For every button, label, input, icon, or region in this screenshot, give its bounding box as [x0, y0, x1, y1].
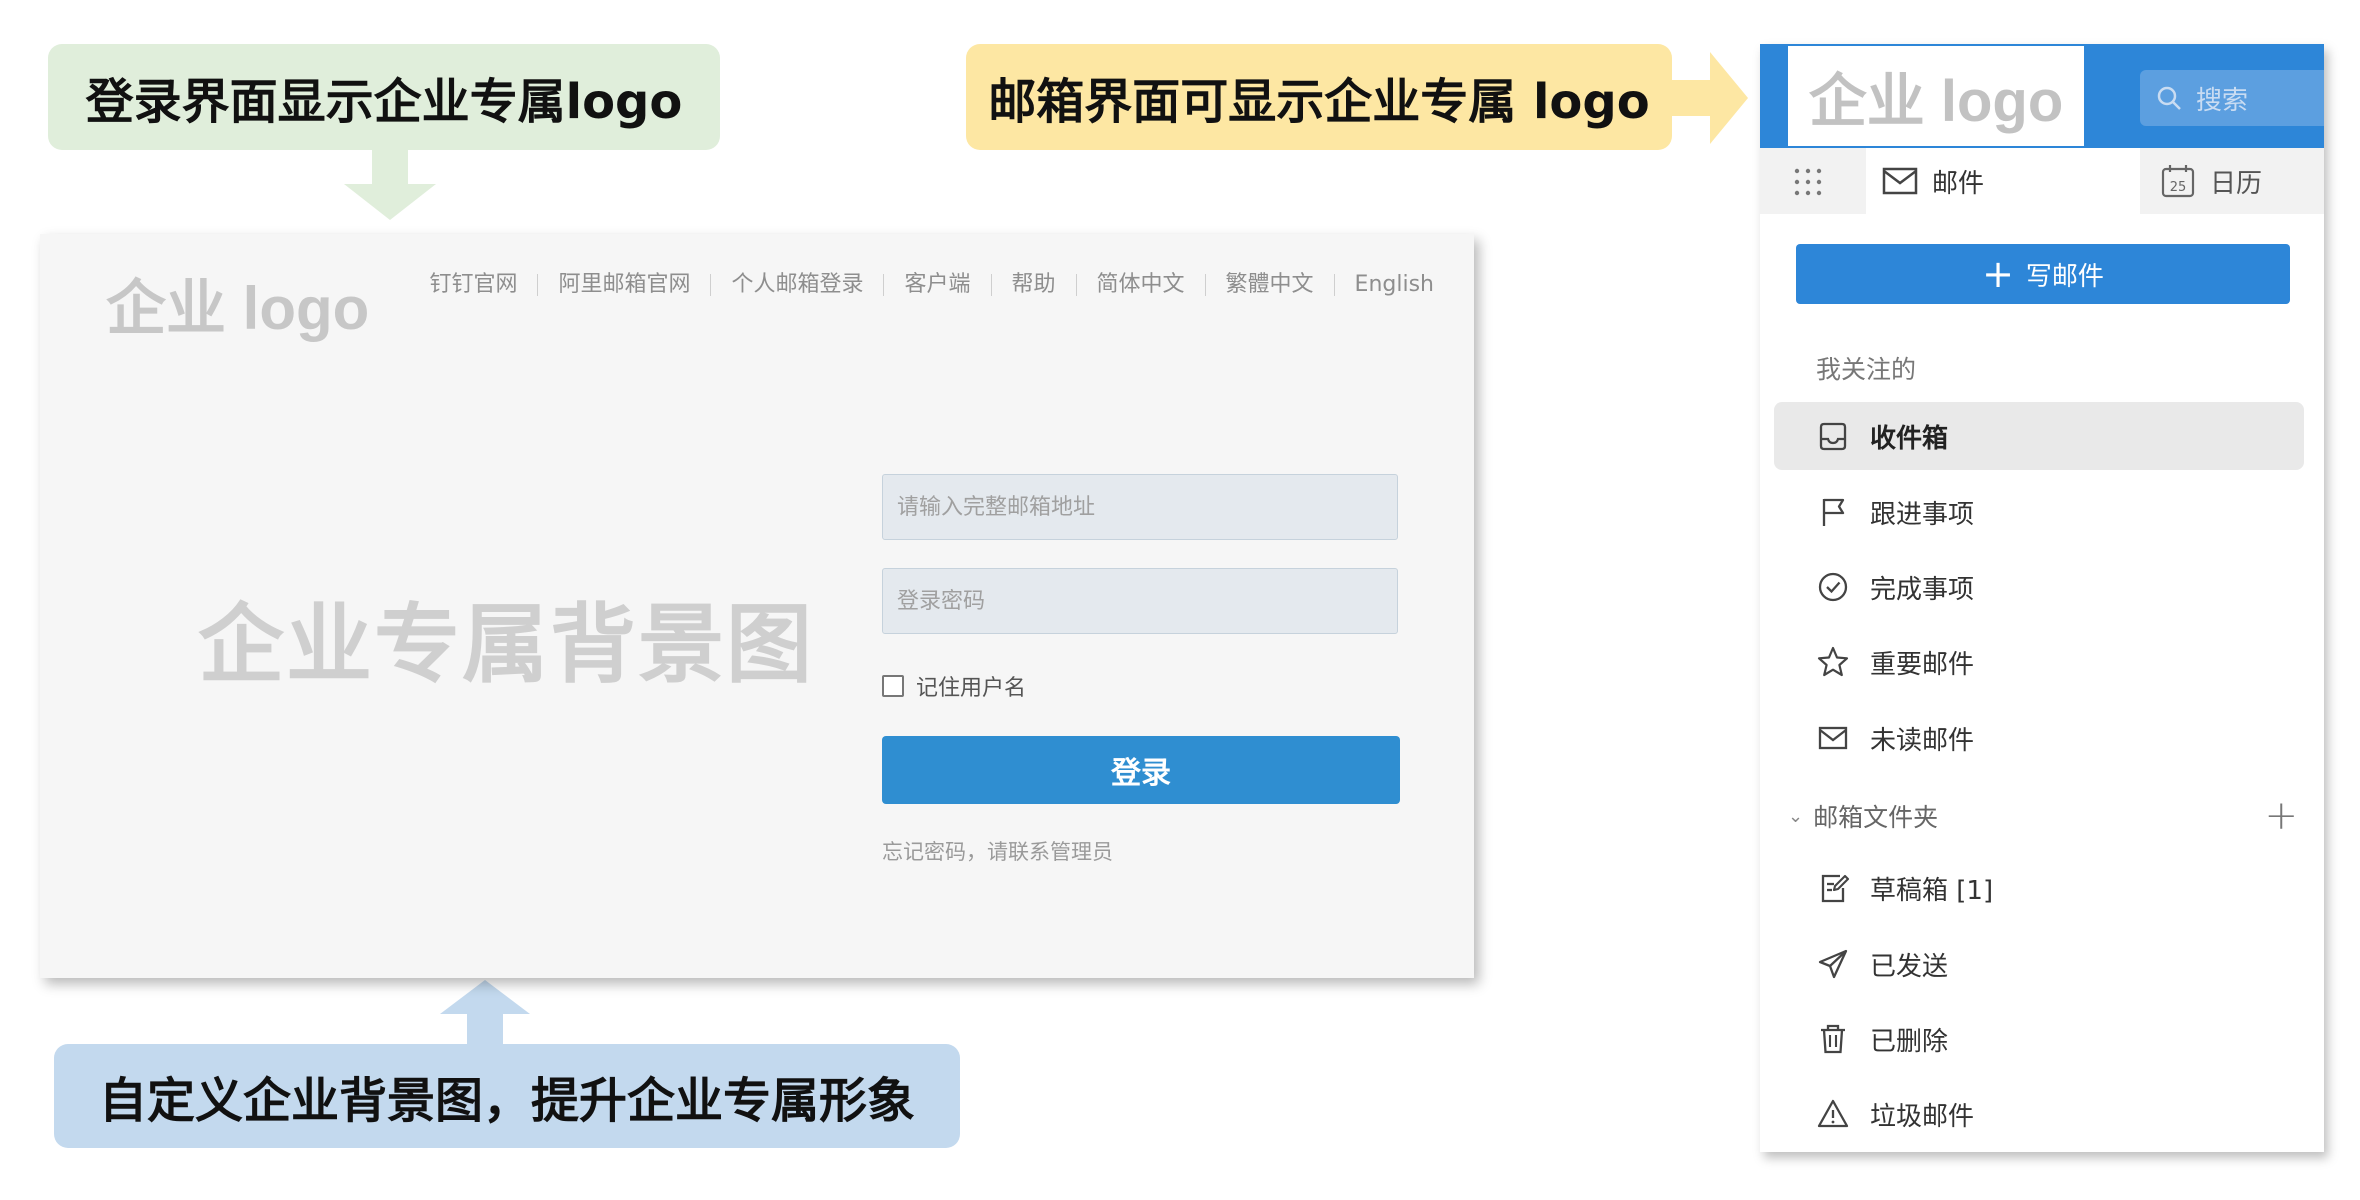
send-icon	[1818, 949, 1848, 979]
draft-icon	[1821, 874, 1850, 903]
sidebar-item-sent[interactable]: 已发送	[1774, 930, 2304, 998]
email-input[interactable]	[882, 474, 1398, 540]
search-box[interactable]: 搜索	[2140, 70, 2324, 126]
sidebar-item-label: 跟进事项	[1870, 499, 1975, 530]
trash-icon	[1821, 1024, 1845, 1054]
remember-label: 记住用户名	[916, 676, 1027, 701]
right-arrow-icon	[1672, 52, 1748, 144]
compose-label: 写邮件	[2025, 261, 2104, 292]
tab-calendar[interactable]: 25 日历	[2160, 148, 2262, 214]
tab-mail[interactable]: 邮件	[1866, 148, 2140, 214]
password-input[interactable]	[882, 568, 1398, 634]
plus-icon: +	[1982, 252, 2014, 296]
background-placeholder-text: 企业专属背景图	[198, 595, 814, 695]
sidebar-item-important[interactable]: 重要邮件	[1774, 628, 2304, 696]
folders-section-label: 邮箱文件夹	[1813, 803, 1939, 832]
warning-icon	[1817, 1099, 1849, 1128]
sidebar-item-label: 未读邮件	[1870, 725, 1975, 756]
sidebar-item-spam[interactable]: 垃圾邮件	[1774, 1080, 2304, 1148]
inbox-icon	[1819, 422, 1847, 451]
mail-header: 企业 logo 搜索	[1760, 44, 2324, 148]
nav-link-simplified-chinese[interactable]: 简体中文	[1075, 274, 1205, 296]
sidebar-item-label: 完成事项	[1870, 574, 1975, 605]
forgot-password-text: 忘记密码，请联系管理员	[882, 840, 1113, 864]
tab-calendar-label: 日历	[2210, 168, 2263, 199]
down-arrow-icon	[344, 150, 436, 220]
followed-section-label: 我关注的	[1816, 355, 1917, 384]
calendar-icon: 25	[2161, 165, 2195, 198]
nav-link-alimail[interactable]: 阿里邮箱官网	[537, 274, 710, 296]
mailbox-preview: 企业 logo 搜索 邮件 25 日历 + 写邮件 我关注的 收件箱 跟进事项 …	[1760, 44, 2324, 1152]
sidebar-item-label: 收件箱	[1870, 423, 1949, 454]
login-page-preview: 企业 logo 钉钉官网 阿里邮箱官网 个人邮箱登录 客户端 帮助 简体中文 繁…	[40, 234, 1474, 978]
nav-link-traditional-chinese[interactable]: 繁體中文	[1204, 274, 1334, 296]
sidebar-item-completed[interactable]: 完成事项	[1774, 553, 2304, 621]
tab-mail-label: 邮件	[1932, 168, 1985, 199]
svg-text:25: 25	[2170, 180, 2187, 195]
folders-section-header[interactable]: ⌄ 邮箱文件夹 +	[1788, 796, 2298, 836]
check-circle-icon	[1818, 572, 1848, 602]
callout-mail-logo: 邮箱界面可显示企业专属 logo	[966, 44, 1672, 150]
star-icon	[1817, 646, 1849, 677]
envelope-icon	[1882, 167, 1918, 195]
sidebar-item-deleted[interactable]: 已删除	[1774, 1005, 2304, 1073]
login-button[interactable]: 登录	[882, 736, 1400, 804]
login-logo: 企业 logo	[106, 275, 370, 342]
sidebar-item-follow-up[interactable]: 跟进事项	[1774, 478, 2304, 546]
search-icon	[2157, 86, 2181, 110]
nav-link-english[interactable]: English	[1333, 274, 1434, 296]
sidebar-item-drafts[interactable]: 草稿箱 [1]	[1774, 854, 2304, 922]
nav-link-dingtalk[interactable]: 钉钉官网	[409, 274, 537, 296]
sidebar-item-label: 重要邮件	[1870, 649, 1975, 680]
envelope-icon	[1818, 726, 1848, 750]
sidebar-item-inbox[interactable]: 收件箱	[1774, 402, 2304, 470]
callout-background: 自定义企业背景图，提升企业专属形象	[54, 1044, 960, 1148]
sidebar-item-unread[interactable]: 未读邮件	[1774, 704, 2304, 772]
sidebar-item-label: 草稿箱 [1]	[1870, 875, 1994, 906]
remember-checkbox[interactable]	[882, 675, 904, 697]
nav-link-personal-login[interactable]: 个人邮箱登录	[710, 274, 883, 296]
compose-button[interactable]: + 写邮件	[1796, 244, 2290, 304]
nav-link-help[interactable]: 帮助	[990, 274, 1076, 296]
search-placeholder: 搜索	[2196, 85, 2249, 116]
chevron-down-icon[interactable]: ⌄	[1788, 806, 1803, 827]
sidebar-item-label: 已发送	[1870, 951, 1949, 982]
nav-link-client[interactable]: 客户端	[883, 274, 990, 296]
mail-logo: 企业 logo	[1788, 46, 2084, 146]
app-tabbar: 邮件 25 日历	[1760, 148, 2324, 214]
sidebar-item-label: 已删除	[1870, 1026, 1949, 1057]
flag-icon	[1822, 498, 1845, 526]
up-arrow-icon	[440, 980, 530, 1046]
login-top-nav: 钉钉官网 阿里邮箱官网 个人邮箱登录 客户端 帮助 简体中文 繁體中文 Engl…	[409, 274, 1434, 296]
apps-grid-icon[interactable]	[1794, 168, 1822, 196]
callout-login-logo: 登录界面显示企业专属logo	[48, 44, 720, 150]
sidebar-item-label: 垃圾邮件	[1870, 1101, 1975, 1132]
add-folder-icon[interactable]: +	[2264, 796, 2298, 836]
remember-username[interactable]: 记住用户名	[882, 670, 1026, 702]
